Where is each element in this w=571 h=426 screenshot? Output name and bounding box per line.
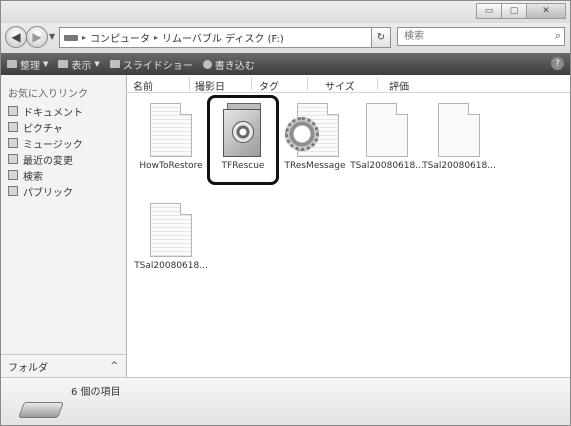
file-item[interactable]: TSal20080618... xyxy=(421,103,497,171)
column-headers: 名前 撮影日 タグ サイズ 評価 xyxy=(127,75,570,93)
nav-item-pictures[interactable]: ピクチャ xyxy=(8,119,83,135)
file-name: HowToRestore xyxy=(139,161,203,171)
column-divider[interactable] xyxy=(307,77,308,90)
refresh-button[interactable]: ↻ xyxy=(371,27,391,48)
recent-changes-icon xyxy=(8,154,18,164)
views-icon xyxy=(58,60,69,68)
title-bar: ▭ ▢ ✕ xyxy=(1,1,570,23)
column-header-size[interactable]: サイズ xyxy=(325,78,355,93)
nav-item-recently-changed[interactable]: 最近の変更 xyxy=(8,151,83,167)
column-header-date-taken[interactable]: 撮影日 xyxy=(195,78,225,93)
search-icon[interactable]: ⌕ xyxy=(555,29,561,43)
column-header-tags[interactable]: タグ xyxy=(259,78,279,93)
help-icon[interactable]: ? xyxy=(551,57,564,70)
chevron-down-icon: ▼ xyxy=(94,60,100,68)
gear-icon xyxy=(285,117,319,151)
nav-item-documents[interactable]: ドキュメント xyxy=(8,103,83,119)
text-document-icon xyxy=(150,103,192,157)
nav-item-label: 検索 xyxy=(23,171,43,183)
close-button[interactable]: ✕ xyxy=(526,3,566,19)
column-divider[interactable] xyxy=(377,77,378,90)
nav-item-searches[interactable]: 検索 xyxy=(8,167,83,183)
pictures-icon xyxy=(8,122,18,132)
minimize-button[interactable]: ▭ xyxy=(476,3,502,19)
music-icon xyxy=(8,138,18,148)
item-count: 6 個の項目 xyxy=(71,387,121,398)
column-header-rating[interactable]: 評価 xyxy=(389,78,409,93)
breadcrumb-removable-disk[interactable]: リムーバブル ディスク (F:) xyxy=(162,30,284,45)
organize-button[interactable]: 整理 ▼ xyxy=(7,57,48,72)
nav-item-label: ミュージック xyxy=(23,139,83,151)
nav-item-music[interactable]: ミュージック xyxy=(8,135,83,151)
text-document-icon xyxy=(150,203,192,257)
file-item[interactable]: TResMessage xyxy=(277,103,353,171)
history-dropdown-icon[interactable]: ▼ xyxy=(49,32,55,41)
command-toolbar: 整理 ▼ 表示 ▼ スライドショー 書き込む ? xyxy=(1,53,570,75)
forward-button[interactable]: ▶ xyxy=(26,26,48,48)
burn-disc-icon xyxy=(202,59,212,69)
file-item[interactable]: TSal20080618... xyxy=(349,103,425,171)
favorite-links-list: ドキュメント ピクチャ ミュージック 最近の変更 検索 パブリック xyxy=(8,103,83,199)
nav-item-label: ドキュメント xyxy=(23,107,83,119)
burn-label: 書き込む xyxy=(214,60,255,72)
file-item-selected[interactable]: TFRescue xyxy=(205,103,281,171)
file-name: TSal20080618... xyxy=(422,161,496,171)
file-name: TSal20080618... xyxy=(350,161,424,171)
chevron-up-icon[interactable]: ^ xyxy=(110,361,118,371)
nav-item-label: ピクチャ xyxy=(23,123,63,135)
nav-item-label: 最近の変更 xyxy=(23,155,73,167)
column-divider[interactable] xyxy=(251,77,252,90)
back-button[interactable]: ◀ xyxy=(5,26,27,48)
blank-document-icon xyxy=(366,103,408,157)
application-icon xyxy=(221,103,265,157)
views-label: 表示 xyxy=(71,60,92,72)
slideshow-icon xyxy=(109,60,120,68)
breadcrumb-computer[interactable]: コンピュータ xyxy=(90,30,150,45)
slideshow-label: スライドショー xyxy=(122,60,193,72)
window-controls: ▭ ▢ ✕ xyxy=(476,3,566,19)
settings-file-icon xyxy=(285,103,339,157)
slideshow-button[interactable]: スライドショー xyxy=(109,57,193,72)
nav-item-public[interactable]: パブリック xyxy=(8,183,83,199)
column-header-name[interactable]: 名前 xyxy=(133,78,153,93)
file-item[interactable]: HowToRestore xyxy=(133,103,209,171)
folders-bar[interactable]: フォルダ ^ xyxy=(1,354,126,377)
public-folder-icon xyxy=(8,186,18,196)
search-box[interactable]: ⌕ xyxy=(397,27,565,46)
details-pane: 6 個の項目 xyxy=(1,377,570,425)
explorer-window: ▭ ▢ ✕ ◀ ▶ ▼ ▸ コンピュータ ▸ リムーバブル ディスク (F:) … xyxy=(0,0,571,426)
navigation-row: ◀ ▶ ▼ ▸ コンピュータ ▸ リムーバブル ディスク (F:) ▼ ↻ ⌕ xyxy=(1,23,570,53)
burn-button[interactable]: 書き込む xyxy=(202,57,255,72)
file-name: TResMessage xyxy=(284,161,346,171)
maximize-button[interactable]: ▢ xyxy=(501,3,527,19)
file-name: TSal20080618... xyxy=(134,261,208,271)
breadcrumb-separator-icon[interactable]: ▸ xyxy=(82,33,86,42)
file-name: TFRescue xyxy=(221,161,265,171)
address-bar[interactable]: ▸ コンピュータ ▸ リムーバブル ディスク (F:) ▼ xyxy=(59,27,391,48)
documents-icon xyxy=(8,106,18,116)
searches-icon xyxy=(8,170,18,180)
breadcrumb-separator-icon[interactable]: ▸ xyxy=(154,33,158,42)
chevron-down-icon: ▼ xyxy=(43,60,49,68)
search-input[interactable] xyxy=(402,30,546,43)
drive-icon xyxy=(64,34,78,41)
removable-drive-icon xyxy=(18,402,64,418)
folders-label: フォルダ xyxy=(8,362,48,374)
favorite-links-header: お気に入りリンク xyxy=(8,89,88,100)
views-button[interactable]: 表示 ▼ xyxy=(58,57,100,72)
organize-icon xyxy=(7,60,17,68)
nav-item-label: パブリック xyxy=(23,187,73,199)
navigation-pane: お気に入りリンク ドキュメント ピクチャ ミュージック 最近の変更 検索 パブリ… xyxy=(1,75,127,377)
column-divider[interactable] xyxy=(189,77,190,90)
blank-document-icon xyxy=(438,103,480,157)
file-item[interactable]: TSal20080618... xyxy=(133,203,209,271)
organize-label: 整理 xyxy=(20,60,40,72)
file-list-pane: 名前 撮影日 タグ サイズ 評価 HowToRestore TFRescue T… xyxy=(127,75,570,377)
